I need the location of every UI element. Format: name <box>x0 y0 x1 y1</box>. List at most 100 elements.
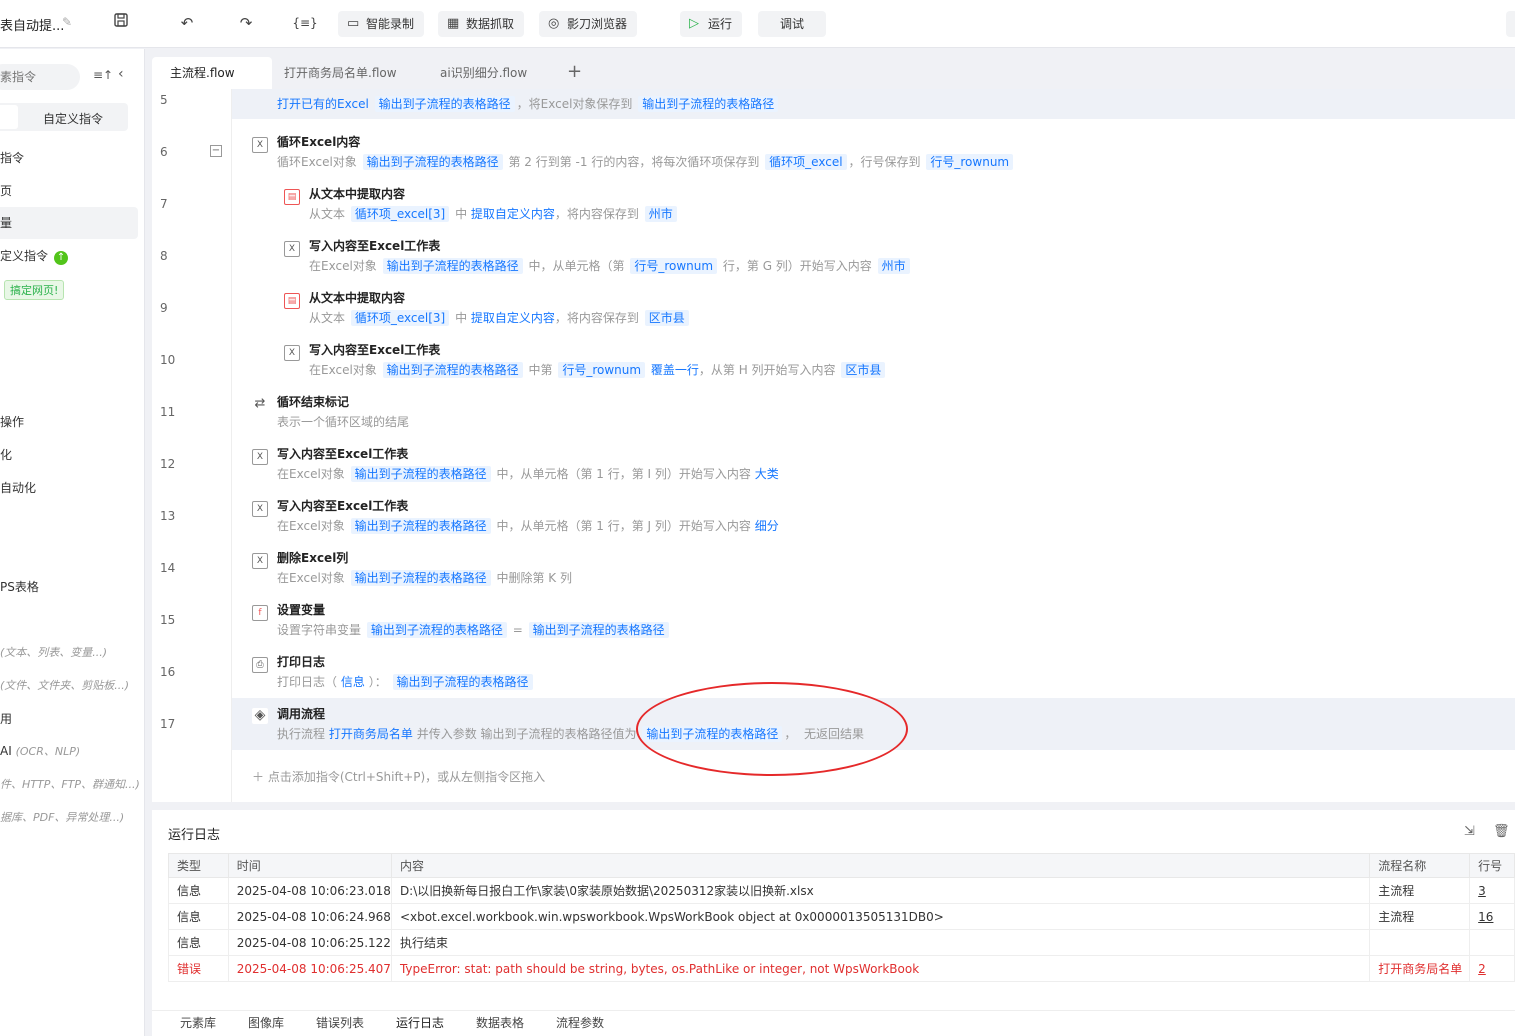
variable-tag[interactable]: 输出到子流程的表格路径 <box>362 154 503 170</box>
flow-step[interactable]: ⎙ 打印日志 打印日志（ 信息 ）： 输出到子流程的表格路径 <box>232 649 1515 701</box>
log-line-link[interactable]: 2 <box>1469 955 1515 982</box>
param-value[interactable]: 大类 <box>755 467 779 481</box>
tab-main-flow[interactable]: 主流程.flow <box>152 57 272 89</box>
variable-tag[interactable]: 循环项_excel[3] <box>350 310 450 326</box>
pencil-icon[interactable]: ✎ <box>62 15 72 29</box>
param-value[interactable]: 提取自定义内容 <box>471 311 555 325</box>
variable-tag[interactable]: 州市 <box>644 206 677 222</box>
flow-step[interactable]: ▤ 从文本中提取内容 从文本 循环项_excel[3] 中 提取自定义内容，将内… <box>232 285 1515 337</box>
run-button[interactable]: ▷ 运行 <box>680 11 743 37</box>
flow-step[interactable]: 打开已有的Excel 输出到子流程的表格路径 ，将Excel对象保存到 输出到子流… <box>232 89 1515 119</box>
flow-step[interactable]: X 写入内容至Excel工作表 在Excel对象 输出到子流程的表格路径 中，从… <box>232 233 1515 285</box>
param-value[interactable]: 提取自定义内容 <box>471 207 555 221</box>
flow-step[interactable]: ▤ 从文本中提取内容 从文本 循环项_excel[3] 中 提取自定义内容，将内… <box>232 181 1515 233</box>
column-header[interactable]: 流程名称 <box>1369 853 1471 878</box>
trash-icon[interactable]: 🗑 <box>1493 824 1510 839</box>
log-line-link[interactable] <box>1469 929 1515 956</box>
variable-tag[interactable]: 输出到子流程的表格路径 <box>350 570 491 586</box>
add-tab-icon[interactable]: + <box>567 61 582 82</box>
flow-step[interactable]: X 写入内容至Excel工作表 在Excel对象 输出到子流程的表格路径 中，从… <box>232 441 1515 493</box>
tab-custom-instructions[interactable]: 自定义指令 <box>43 110 103 127</box>
data-capture-button[interactable]: ▦ 数据抓取 <box>438 11 525 37</box>
sidebar-item[interactable]: 件、HTTP、FTP、群通知...) <box>0 776 140 792</box>
sidebar-item[interactable]: 化 <box>0 446 12 463</box>
flow-step[interactable]: ⇄ 循环结束标记 表示一个循环区域的结尾 <box>232 389 1515 441</box>
sidebar-item-selected[interactable]: 量 <box>0 207 138 239</box>
variable-tag[interactable]: 行号_rownum <box>630 258 718 274</box>
save-icon[interactable] <box>110 12 132 34</box>
param-value[interactable]: 细分 <box>755 519 779 533</box>
log-row[interactable]: 信息 2025-04-08 10:06:23.018 D:\以旧换新每日报白工作… <box>168 877 1515 904</box>
variable-tag[interactable]: 输出到子流程的表格路径 <box>366 622 507 638</box>
export-log-icon[interactable]: ⇲ <box>1464 824 1475 839</box>
variable-tag[interactable]: 州市 <box>877 258 910 274</box>
app-title[interactable]: 表自动提... <box>0 15 64 34</box>
sidebar-item[interactable]: 据库、PDF、异常处理...) <box>0 809 124 825</box>
promo-badge[interactable]: 搞定网页! <box>4 280 65 300</box>
variable-tag[interactable]: 行号_rownum <box>558 362 646 378</box>
sidebar-item[interactable]: (文本、列表、变量...) <box>0 644 107 660</box>
variable-tag[interactable]: 输出到子流程的表格路径 <box>642 726 783 742</box>
variable-tag[interactable]: 循环项_excel[3] <box>350 206 450 222</box>
param-value[interactable]: 打开商务局名单 <box>329 727 413 741</box>
smart-record-button[interactable]: ▭ 智能录制 <box>338 11 425 37</box>
variable-tag[interactable]: 输出到子流程的表格路径 <box>528 622 669 638</box>
variable-tag[interactable]: 输出到子流程的表格路径 <box>350 466 491 482</box>
log-row[interactable]: 信息 2025-04-08 10:06:24.968 <xbot.excel.w… <box>168 903 1515 930</box>
tab-error-list[interactable]: 错误列表 <box>316 1014 364 1031</box>
undo-icon[interactable]: ↶ <box>176 12 198 34</box>
tab-flow-params[interactable]: 流程参数 <box>556 1014 604 1031</box>
sidebar-item[interactable]: (文件、文件夹、剪贴板...) <box>0 677 129 693</box>
flow-step[interactable]: X 循环Excel内容 循环Excel对象 输出到子流程的表格路径 第 2 行到… <box>232 129 1515 181</box>
flow-step-selected[interactable]: ◈ 调用流程 执行流程 打开商务局名单 并传入参数 输出到子流程的表格路径值为 … <box>232 698 1515 750</box>
variable-tag[interactable]: 输出到子流程的表格路径 <box>350 518 491 534</box>
variable-tag[interactable]: 输出到子流程的表格路径 <box>382 362 523 378</box>
log-line-link[interactable]: 3 <box>1469 877 1515 904</box>
variable-tag[interactable]: 区市县 <box>841 362 886 378</box>
flow-step[interactable]: f 设置变量 设置字符串变量 输出到子流程的表格路径 = 输出到子流程的表格路径 <box>232 597 1515 649</box>
toolbar-edge-button[interactable] <box>1506 11 1515 37</box>
log-row[interactable]: 信息 2025-04-08 10:06:25.122 执行结束 <box>168 929 1515 956</box>
variable-tag[interactable]: 循环项_excel <box>765 154 847 170</box>
tab-data-table[interactable]: 数据表格 <box>476 1014 524 1031</box>
debug-button[interactable]: 调试 <box>758 11 827 37</box>
variable-tag[interactable]: 输出到子流程的表格路径 <box>374 96 515 112</box>
redo-icon[interactable]: ↷ <box>235 12 257 34</box>
log-row-error[interactable]: 错误 2025-04-08 10:06:25.407 TypeError: st… <box>168 955 1515 982</box>
variable-tag[interactable]: 区市县 <box>644 310 689 326</box>
sidebar-item[interactable]: AI (OCR、NLP) <box>0 743 80 759</box>
sidebar-item[interactable]: 自动化 <box>0 479 36 496</box>
column-header[interactable]: 时间 <box>227 853 392 878</box>
tab-element-library[interactable]: 元素库 <box>180 1014 216 1031</box>
column-header[interactable]: 行号 <box>1469 853 1515 878</box>
sort-icon[interactable]: ≡↑ <box>93 68 113 82</box>
column-header[interactable]: 类型 <box>168 853 229 878</box>
sidebar-item[interactable]: 定义指令 ↑ <box>0 247 69 265</box>
tab-open-commerce-list[interactable]: 打开商务局名单.flow <box>266 57 416 89</box>
add-instruction-hint[interactable]: ＋ 点击添加指令(Ctrl+Shift+P)，或从左侧指令区拖入 <box>252 768 545 785</box>
log-line-link[interactable]: 16 <box>1469 903 1515 930</box>
flow-step[interactable]: X 写入内容至Excel工作表 在Excel对象 输出到子流程的表格路径 中，从… <box>232 493 1515 545</box>
flow-step[interactable]: X 写入内容至Excel工作表 在Excel对象 输出到子流程的表格路径 中第 … <box>232 337 1515 389</box>
variable-tag[interactable]: 输出到子流程的表格路径 <box>638 96 779 112</box>
sidebar-item[interactable]: 操作 <box>0 413 24 430</box>
instruction-search-input[interactable] <box>0 64 80 90</box>
fold-toggle-icon[interactable]: − <box>210 145 222 157</box>
tab-system-instructions[interactable] <box>0 105 18 129</box>
tab-image-library[interactable]: 图像库 <box>248 1014 284 1031</box>
browser-button[interactable]: ◎ 影刀浏览器 <box>539 11 638 37</box>
sidebar-item[interactable]: PS表格 <box>0 578 39 595</box>
format-icon[interactable]: {≡} <box>290 12 320 34</box>
sidebar-item[interactable]: 指令 <box>0 149 24 166</box>
flow-step[interactable]: X 删除Excel列 在Excel对象 输出到子流程的表格路径 中删除第 K 列 <box>232 545 1515 597</box>
collapse-icon[interactable]: ‹ <box>118 66 124 82</box>
param-value[interactable]: 信息 <box>341 675 365 689</box>
param-value[interactable]: 覆盖一行 <box>651 363 699 377</box>
sidebar-item[interactable]: 页 <box>0 182 12 199</box>
sidebar-item[interactable]: 用 <box>0 710 12 727</box>
column-header[interactable]: 内容 <box>390 853 1371 878</box>
variable-tag[interactable]: 输出到子流程的表格路径 <box>392 674 533 690</box>
variable-tag[interactable]: 行号_rownum <box>926 154 1014 170</box>
tab-run-log[interactable]: 运行日志 <box>396 1014 444 1031</box>
variable-tag[interactable]: 输出到子流程的表格路径 <box>382 258 523 274</box>
